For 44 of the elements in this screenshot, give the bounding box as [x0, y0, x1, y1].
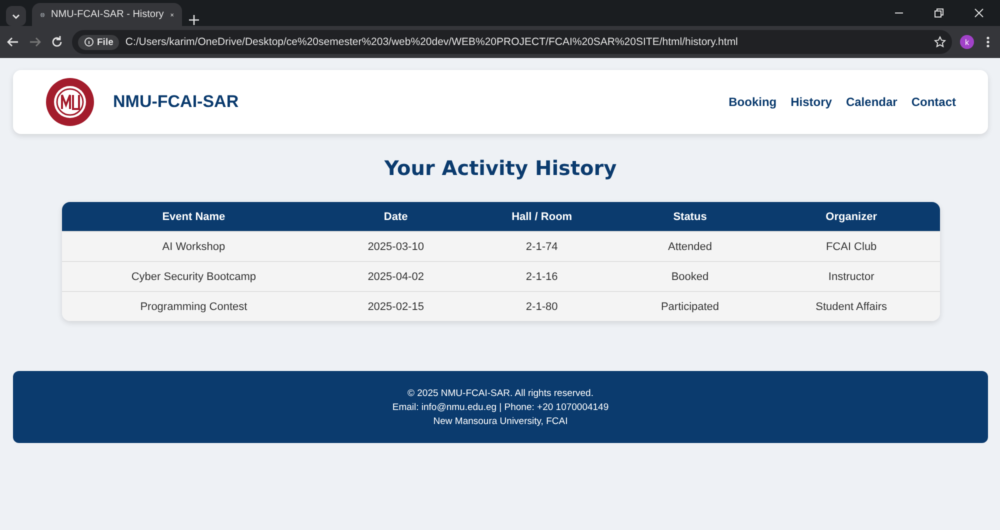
- column-header: Event Name: [62, 202, 326, 232]
- column-header: Organizer: [762, 202, 940, 232]
- reload-icon[interactable]: [50, 35, 64, 49]
- nav-link[interactable]: Contact: [911, 95, 956, 109]
- table-cell: FCAI Club: [762, 232, 940, 262]
- restore-icon[interactable]: [934, 8, 944, 18]
- url-text: C:/Users/karim/OneDrive/Desktop/ce%20semester%203/web%20dev/WEB%20PROJECT/FCAI%20SAR%20SITE/html/history.html: [125, 36, 739, 48]
- footer-text: © 2025 NMU-FCAI-SAR. All rights reserved.: [408, 388, 594, 398]
- table-cell: Cyber Security Bootcamp: [62, 262, 326, 292]
- column-header: Hall / Room: [466, 202, 618, 232]
- forward-arrow-icon[interactable]: [28, 35, 42, 49]
- address-bar[interactable]: File C:/Users/karim/OneDrive/Desktop/ce%20semester%203/web%20dev/WEB%20PROJECT/FCAI%20SAR%20SITE/html/history.html: [72, 30, 952, 54]
- table-cell: 2025-02-15: [325, 292, 466, 321]
- file-badge[interactable]: File: [78, 34, 120, 50]
- nav-link[interactable]: Calendar: [846, 95, 898, 109]
- table-cell: AI Workshop: [62, 232, 326, 262]
- footer-text: Email: info@nmu.edu.eg | Phone: +20 1070004149: [392, 402, 609, 412]
- nav-link[interactable]: Booking: [728, 95, 777, 109]
- close-icon[interactable]: [974, 8, 984, 18]
- table-cell: Booked: [617, 262, 763, 292]
- table-cell: 2025-04-02: [325, 262, 466, 292]
- site-name: NMU-FCAI-SAR: [113, 92, 240, 112]
- table-cell: 2-1-74: [466, 232, 618, 262]
- table-cell: Student Affairs: [762, 292, 940, 321]
- table-cell: Instructor: [762, 262, 940, 292]
- page-title: Your Activity History: [383, 156, 618, 180]
- table-cell: Programming Contest: [62, 292, 326, 321]
- column-header: Status: [617, 202, 763, 232]
- university-logo-icon: [45, 77, 95, 127]
- column-header: Date: [325, 202, 466, 232]
- info-icon: [84, 37, 94, 47]
- browser-tab[interactable]: NMU-FCAI-SAR - History: [32, 3, 182, 26]
- table-cell: 2-1-16: [466, 262, 618, 292]
- star-icon[interactable]: [934, 36, 946, 48]
- table-cell: 2025-03-10: [325, 232, 466, 262]
- profile-avatar[interactable]: k: [960, 35, 974, 49]
- new-tab-icon[interactable]: [188, 14, 200, 26]
- table-cell: Participated: [617, 292, 763, 321]
- table-cell: 2-1-80: [466, 292, 618, 321]
- nav-link[interactable]: History: [790, 95, 832, 109]
- footer-text: New Mansoura University, FCAI: [433, 416, 568, 426]
- tab-list-icon[interactable]: [6, 6, 26, 26]
- table-cell: Attended: [617, 232, 763, 262]
- back-arrow-icon[interactable]: [6, 35, 20, 49]
